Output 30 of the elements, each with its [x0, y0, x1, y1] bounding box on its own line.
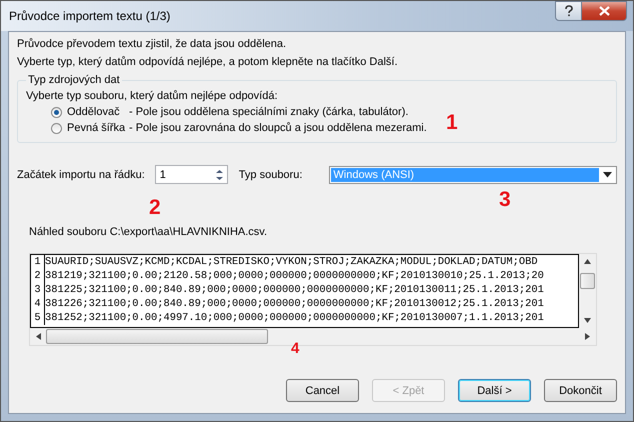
- dialog-button[interactable]: Dokončit: [544, 379, 617, 402]
- preview-line: 381226;321100;0.00;840.89;000;0000;000000;0000000000;KF;2010130012;25.1.2013;201: [45, 297, 544, 311]
- annotation-number: 2: [149, 196, 161, 220]
- option-description: - Pole jsou oddělena speciálními znaky (čárka, tabulátor).: [129, 106, 408, 118]
- radio-label[interactable]: Oddělovač: [67, 106, 125, 118]
- file-type-label: Typ souboru:: [238, 168, 302, 180]
- line-number: 3: [31, 283, 45, 297]
- preview-label: Náhled souboru C:\export\aa\HLAVNIKNIHA.csv.: [28, 226, 268, 238]
- line-number: 5: [31, 311, 45, 325]
- option-description: - Pole jsou zarovnána do sloupců a jsou oddělena mezerami.: [129, 122, 427, 134]
- preview-line: 381225;321100;0.00;840.89;000;0000;000000;0000000000;KF;2010130011;25.1.2013;201: [45, 283, 544, 297]
- annotation-number: 4: [291, 341, 300, 356]
- instruction-text: Průvodce převodem textu zjistil, že data jsou oddělena.: [17, 38, 288, 50]
- dialog-button[interactable]: Další >: [458, 379, 531, 402]
- preview-line: 381219;321100;0.00;2120.58;000;0000;000000;0000000000;KF;2010130010;25.1.2013;20: [45, 269, 544, 283]
- prompt-text: Vyberte typ souboru, který datům nejlépe odpovídá:: [26, 90, 279, 102]
- preview-line: 381252;321100;0.00;4997.10;000;0000;000000;0000000000;KF;2010130007;1.1.2013;201: [45, 311, 544, 325]
- line-number: 4: [31, 297, 45, 311]
- annotation-number: 3: [499, 188, 511, 212]
- line-number: 1: [31, 255, 45, 269]
- radio-label[interactable]: Pevná šířka: [67, 122, 125, 134]
- instruction-text: Vyberte typ, který datům odpovídá nejlépe, a potom klepněte na tlačítko Další.: [17, 56, 399, 68]
- start-row-spinbox[interactable]: 1: [154, 165, 228, 184]
- line-number: 2: [31, 269, 45, 283]
- start-row-label: Začátek importu na řádku:: [17, 168, 145, 180]
- preview-line: SUAURID;SUAUSVZ;KCMD;KCDAL;STREDISKO;VYKON;STROJ;ZAKAZKA;MODUL;DOKLAD;DATUM;OBD: [45, 255, 538, 269]
- window-title: Průvodce importem textu (1/3): [9, 9, 170, 23]
- dialog-button[interactable]: Cancel: [286, 379, 359, 402]
- annotation-number: 1: [446, 111, 458, 135]
- group-legend: Typ zdrojových dat: [26, 74, 122, 86]
